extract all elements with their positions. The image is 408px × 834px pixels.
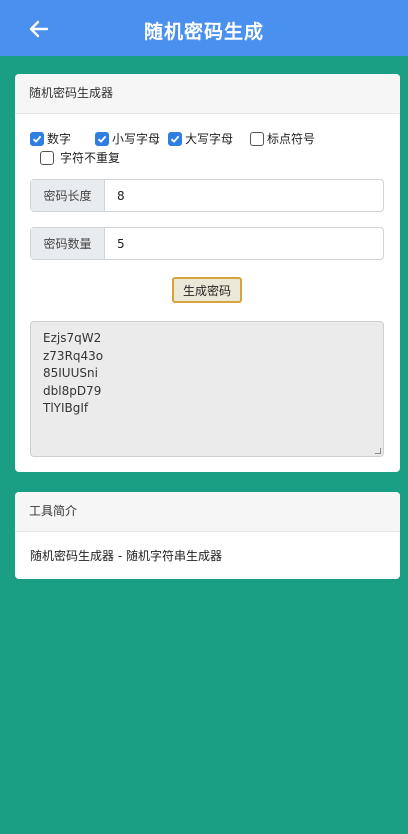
generator-card: 随机密码生成器 数字 小写字母 大写字母 标点符号 字符不重复 密码长度 密码数…: [15, 74, 400, 472]
password-count-input[interactable]: [105, 228, 383, 259]
password-count-group: 密码数量: [30, 227, 384, 260]
password-length-input[interactable]: [105, 180, 383, 211]
checkbox-checked-icon[interactable]: [168, 131, 182, 146]
option-lowercase[interactable]: 小写字母: [95, 130, 160, 147]
password-count-label: 密码数量: [31, 228, 105, 259]
option-uppercase[interactable]: 大写字母: [168, 130, 233, 147]
option-label: 小写字母: [112, 132, 161, 146]
checkbox-checked-icon[interactable]: [95, 131, 109, 146]
option-label: 大写字母: [185, 132, 234, 146]
option-label: 数字: [47, 132, 72, 146]
password-length-group: 密码长度: [30, 179, 384, 212]
option-digits[interactable]: 数字: [30, 130, 71, 147]
result-line: z73Rq43o: [43, 348, 104, 363]
option-punctuation[interactable]: 标点符号: [250, 130, 315, 147]
checkbox-checked-icon[interactable]: [30, 131, 44, 146]
option-unique-chars[interactable]: 字符不重复: [40, 149, 120, 166]
result-line: 85IUUSni: [43, 366, 98, 380]
option-label: 标点符号: [267, 132, 316, 146]
page-title: 随机密码生成: [143, 21, 264, 43]
generator-card-title: 随机密码生成器: [15, 74, 400, 114]
resize-handle[interactable]: [375, 448, 381, 454]
results-textarea[interactable]: Ezjs7qW2 z73Rq43o 85IUUSni dbl8pD79 TlYI…: [30, 321, 384, 457]
password-length-label: 密码长度: [31, 180, 105, 211]
intro-card: 工具简介 随机密码生成器 - 随机字符串生成器: [15, 492, 400, 579]
checkbox-unchecked-icon[interactable]: [250, 131, 264, 146]
option-label: 字符不重复: [60, 151, 121, 165]
top-bar: 随机密码生成: [0, 0, 408, 56]
result-line: dbl8pD79: [43, 383, 102, 398]
result-line: TlYIBgIf: [43, 401, 89, 415]
intro-text: 随机密码生成器 - 随机字符串生成器: [30, 549, 222, 563]
intro-card-title: 工具简介: [15, 492, 400, 532]
checkbox-unchecked-icon[interactable]: [40, 150, 54, 165]
result-line: Ezjs7qW2: [43, 331, 102, 345]
generate-button[interactable]: 生成密码: [172, 277, 242, 303]
